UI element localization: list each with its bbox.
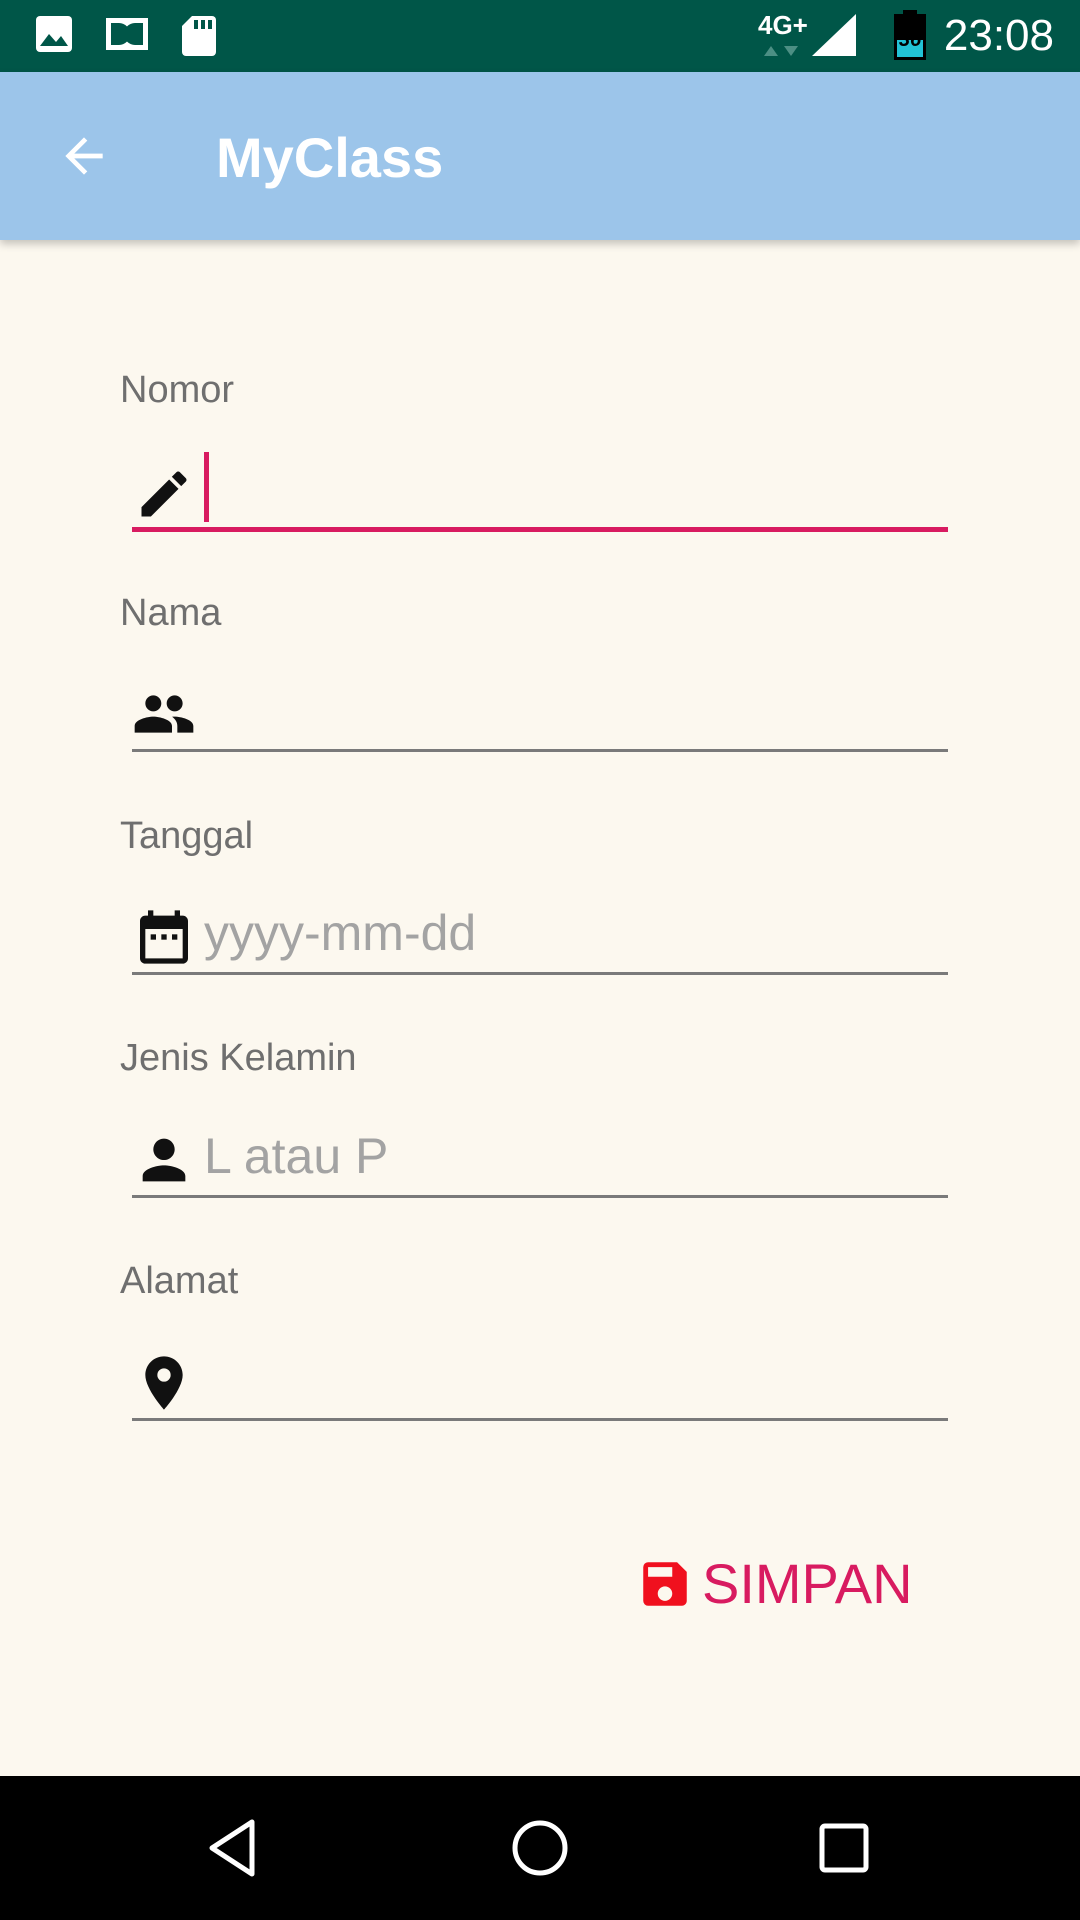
nomor-input[interactable] <box>204 456 940 524</box>
field-label-jenis-kelamin: Jenis Kelamin <box>120 1037 357 1079</box>
field-jenis-kelamin[interactable] <box>132 1118 948 1198</box>
alamat-input[interactable] <box>204 1345 940 1413</box>
jenis-kelamin-input[interactable] <box>204 1122 940 1190</box>
nav-home-button[interactable] <box>500 1808 580 1888</box>
calendar-icon <box>132 905 196 969</box>
home-circle-icon <box>512 1820 568 1876</box>
arrow-back-icon <box>65 137 103 175</box>
field-label-alamat: Alamat <box>120 1260 239 1302</box>
save-button-label: SIMPAN <box>702 1552 913 1615</box>
navigation-bar <box>0 1776 1080 1920</box>
field-underline <box>132 749 948 752</box>
tanggal-input[interactable] <box>204 899 940 967</box>
field-nomor[interactable] <box>132 452 948 532</box>
field-underline <box>132 1418 948 1421</box>
back-triangle-icon <box>209 1819 255 1877</box>
save-button[interactable]: SIMPAN <box>636 1548 913 1620</box>
battery-level-label: 36 <box>898 29 922 51</box>
save-icon <box>643 1562 687 1606</box>
signal-icon <box>812 14 856 56</box>
field-underline <box>132 1195 948 1198</box>
location-pin-icon <box>132 1351 196 1415</box>
recents-square-icon <box>819 1823 869 1873</box>
image-icon <box>36 16 72 52</box>
network-type-label: 4G+ <box>758 10 808 40</box>
text-cursor <box>204 452 209 522</box>
dolby-icon <box>106 18 148 50</box>
app-bar: MyClass <box>0 72 1080 240</box>
field-label-nama: Nama <box>120 592 222 634</box>
data-activity-icon <box>764 46 798 56</box>
field-underline-active <box>132 527 948 532</box>
nav-back-button[interactable] <box>194 1808 274 1888</box>
back-button[interactable] <box>44 116 124 196</box>
sd-card-icon <box>182 16 216 56</box>
field-underline <box>132 972 948 975</box>
field-alamat[interactable] <box>132 1341 948 1421</box>
pencil-icon <box>132 462 196 526</box>
people-icon <box>132 682 196 746</box>
app-title: MyClass <box>216 126 444 189</box>
nav-recents-button[interactable] <box>804 1808 884 1888</box>
field-tanggal[interactable] <box>132 895 948 975</box>
nama-input[interactable] <box>204 676 940 744</box>
status-time: 23:08 <box>943 11 1054 60</box>
status-bar: 4G+ 36 23:08 <box>0 0 1080 72</box>
person-icon <box>132 1128 196 1192</box>
field-label-tanggal: Tanggal <box>120 815 254 857</box>
field-nama[interactable] <box>132 672 948 752</box>
field-label-nomor: Nomor <box>120 369 235 411</box>
